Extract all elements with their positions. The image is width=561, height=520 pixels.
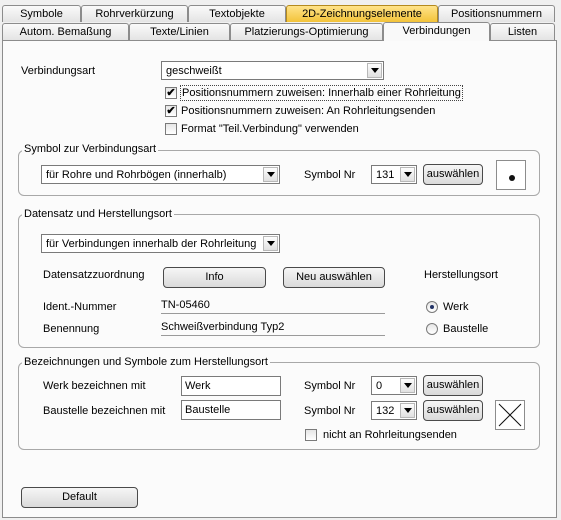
verbindungsart-select[interactable]: geschweißt <box>161 61 384 80</box>
checkbox-an-rohrleitungsenden-label: Positionsnummern zuweisen: An Rohrleitun… <box>181 105 436 117</box>
baustelle-symbol-nr-select[interactable]: 132 <box>371 401 417 420</box>
symbol-context-value: für Rohre und Rohrbögen (innerhalb) <box>46 169 227 181</box>
baustelle-bezeichnen-input[interactable]: Baustelle <box>181 400 281 420</box>
symbol-choose-button[interactable]: auswählen <box>423 164 483 185</box>
werk-symbol-nr-select[interactable]: 0 <box>371 376 417 395</box>
checkbox-nicht-an-rohrleitungsenden-label: nicht an Rohrleitungsenden <box>323 429 457 441</box>
tab-autom-bemassung[interactable]: Autom. Bemaßung <box>2 23 129 40</box>
tab-listen[interactable]: Listen <box>490 23 555 40</box>
chevron-down-icon[interactable] <box>367 63 382 78</box>
chevron-down-icon[interactable] <box>400 167 415 182</box>
bezeichnung-group-title: Bezeichnungen und Symbole zum Herstellun… <box>22 356 270 369</box>
symbol-nr-select[interactable]: 131 <box>371 165 417 184</box>
baustelle-symbol-nr-label: Symbol Nr <box>304 405 356 417</box>
symbol-context-select[interactable]: für Rohre und Rohrbögen (innerhalb) <box>41 165 280 184</box>
chevron-down-icon[interactable] <box>400 403 415 418</box>
datensatzzuordnung-label: Datensatzzuordnung <box>43 269 145 281</box>
weld-dot-icon <box>509 175 515 181</box>
datensatz-context-select[interactable]: für Verbindungen innerhalb der Rohrleitu… <box>41 234 280 253</box>
tab-platzierungs-optimierung[interactable]: Platzierungs-Optimierung <box>230 23 383 40</box>
werk-symbol-nr-value: 0 <box>376 380 383 392</box>
radio-werk-label: Werk <box>443 301 469 313</box>
datensatz-context-value: für Verbindungen innerhalb der Rohrleitu… <box>46 238 257 250</box>
chevron-down-icon[interactable] <box>263 167 278 182</box>
tab-2d-zeichnungselemente[interactable]: 2D-Zeichnungselemente <box>286 5 438 22</box>
herstellungsort-label: Herstellungsort <box>424 269 498 281</box>
ident-nummer-value: TN-05460 <box>161 297 385 314</box>
checkbox-format-teil-verbindung[interactable] <box>165 123 177 135</box>
tab-verbindungen[interactable]: Verbindungen <box>383 22 490 41</box>
werk-bezeichnen-input[interactable]: Werk <box>181 376 281 396</box>
tab-positionsnummern[interactable]: Positionsnummern <box>438 5 555 22</box>
tab-texte-linien[interactable]: Texte/Linien <box>129 23 230 40</box>
cross-icon <box>498 403 522 427</box>
neu-auswaehlen-button[interactable]: Neu auswählen <box>283 267 385 288</box>
verbindungsart-label: Verbindungsart <box>21 65 95 77</box>
default-button[interactable]: Default <box>21 487 138 508</box>
tab-textobjekte[interactable]: Textobjekte <box>188 5 286 22</box>
info-button[interactable]: Info <box>163 267 266 288</box>
checkbox-an-rohrleitungsenden[interactable]: ✔ <box>165 105 177 117</box>
symbol-preview <box>496 160 526 190</box>
chevron-down-icon[interactable] <box>263 236 278 251</box>
tab-symbole[interactable]: Symbole <box>2 5 81 22</box>
baustelle-symbol-preview <box>495 400 525 430</box>
werk-symbol-choose-button[interactable]: auswählen <box>423 375 483 396</box>
werk-bezeichnen-label: Werk bezeichnen mit <box>43 380 146 392</box>
checkbox-nicht-an-rohrleitungsenden[interactable] <box>305 429 317 441</box>
verbindungsart-value: geschweißt <box>166 65 222 77</box>
benennung-label: Benennung <box>43 323 100 335</box>
baustelle-bezeichnen-label: Baustelle bezeichnen mit <box>43 405 166 417</box>
checkbox-innerhalb-rohrleitung-label: Positionsnummern zuweisen: Innerhalb ein… <box>180 85 463 101</box>
symbol-nr-label: Symbol Nr <box>304 169 356 181</box>
symbol-group-title: Symbol zur Verbindungsart <box>22 143 159 156</box>
radio-baustelle-label: Baustelle <box>443 323 489 335</box>
checkbox-format-teil-verbindung-label: Format "Teil.Verbindung" verwenden <box>181 123 359 135</box>
ident-nummer-label: Ident.-Nummer <box>43 301 117 313</box>
chevron-down-icon[interactable] <box>400 378 415 393</box>
symbol-nr-value: 131 <box>376 169 395 181</box>
tab-rohrverkuerzung[interactable]: Rohrverkürzung <box>81 5 188 22</box>
baustelle-symbol-nr-value: 132 <box>376 405 395 417</box>
radio-baustelle[interactable] <box>426 323 438 335</box>
checkbox-innerhalb-rohrleitung[interactable]: ✔ <box>165 87 177 99</box>
baustelle-symbol-choose-button[interactable]: auswählen <box>423 400 483 421</box>
werk-symbol-nr-label: Symbol Nr <box>304 380 356 392</box>
benennung-value: Schweißverbindung Typ2 <box>161 319 385 336</box>
radio-werk[interactable] <box>426 301 438 313</box>
datensatz-group-title: Datensatz und Herstellungsort <box>22 208 174 221</box>
